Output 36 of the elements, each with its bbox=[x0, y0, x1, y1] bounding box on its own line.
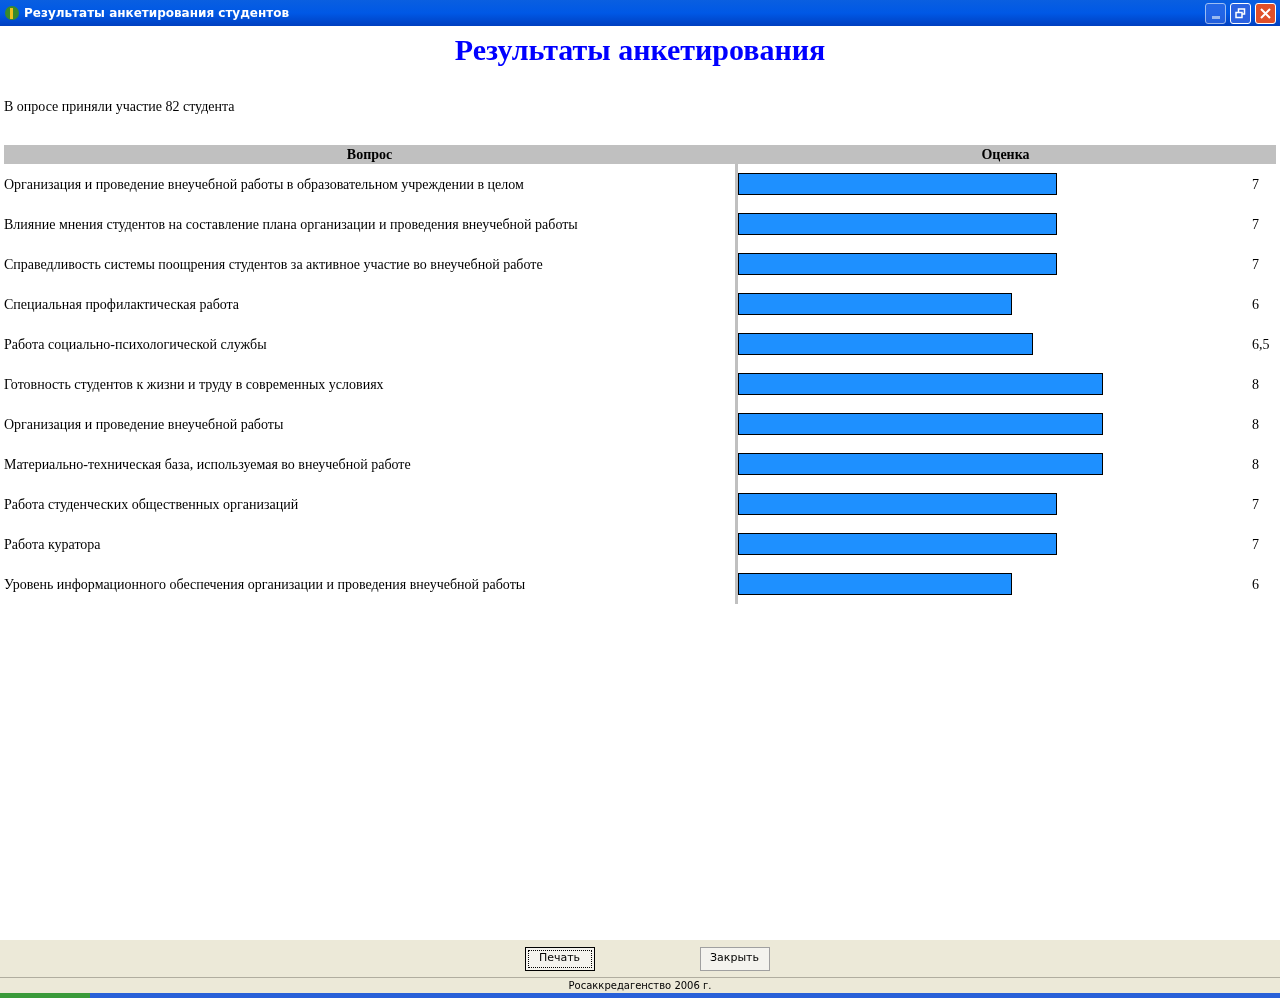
score-value: 7 bbox=[1252, 535, 1260, 554]
page-heading: Результаты анкетирования bbox=[453, 32, 827, 68]
question-text: Готовность студентов к жизни и труду в современных условиях bbox=[4, 375, 385, 394]
score-value: 6,5 bbox=[1252, 335, 1271, 354]
score-value: 7 bbox=[1252, 495, 1260, 514]
column-header: Оценка bbox=[980, 146, 1031, 164]
score-value: 7 bbox=[1252, 175, 1260, 194]
dialog-button[interactable]: Печать bbox=[524, 946, 595, 971]
window-title: Результаты анкетирования студентов bbox=[24, 5, 291, 22]
question-text: Материально-техническая база, используемая во внеучебной работе bbox=[4, 455, 412, 474]
question-text: Работа социально-психологической службы bbox=[4, 335, 268, 354]
score-value: 6 bbox=[1252, 575, 1260, 594]
question-text: Влияние мнения студентов на составление плана организации и проведения внеучебной работы bbox=[4, 215, 579, 234]
app-icon bbox=[4, 5, 20, 21]
restore-button[interactable] bbox=[1230, 2, 1251, 24]
column-header: Вопрос bbox=[345, 146, 394, 164]
score-value: 8 bbox=[1252, 375, 1260, 394]
close-icon bbox=[1260, 7, 1271, 19]
status-text: Росаккредагенство 2006 г. bbox=[568, 979, 712, 993]
dialog-button[interactable]: Закрыть bbox=[699, 946, 770, 971]
score-value: 7 bbox=[1252, 255, 1260, 274]
minimize-button[interactable] bbox=[1205, 2, 1226, 24]
score-value: 8 bbox=[1252, 415, 1260, 434]
close-button[interactable] bbox=[1255, 2, 1276, 24]
question-text: Организация и проведение внеучебной работы bbox=[4, 415, 285, 434]
question-text: Уровень информационного обеспечения организации и проведения внеучебной работы bbox=[4, 575, 527, 594]
question-text: Справедливость системы поощрения студентов за активное участие во внеучебной работе bbox=[4, 255, 544, 274]
score-value: 7 bbox=[1252, 215, 1260, 234]
score-value: 6 bbox=[1252, 295, 1260, 314]
participants-text: В опросе приняли участие 82 студента bbox=[4, 98, 236, 116]
score-value: 8 bbox=[1252, 455, 1260, 474]
question-text: Работа куратора bbox=[4, 535, 102, 554]
question-text: Работа студенческих общественных организаций bbox=[4, 495, 300, 514]
question-text: Организация и проведение внеучебной работы в образовательном учреждении в целом bbox=[4, 175, 525, 194]
restore-icon bbox=[1235, 7, 1246, 19]
question-text: Специальная профилактическая работа bbox=[4, 295, 241, 314]
